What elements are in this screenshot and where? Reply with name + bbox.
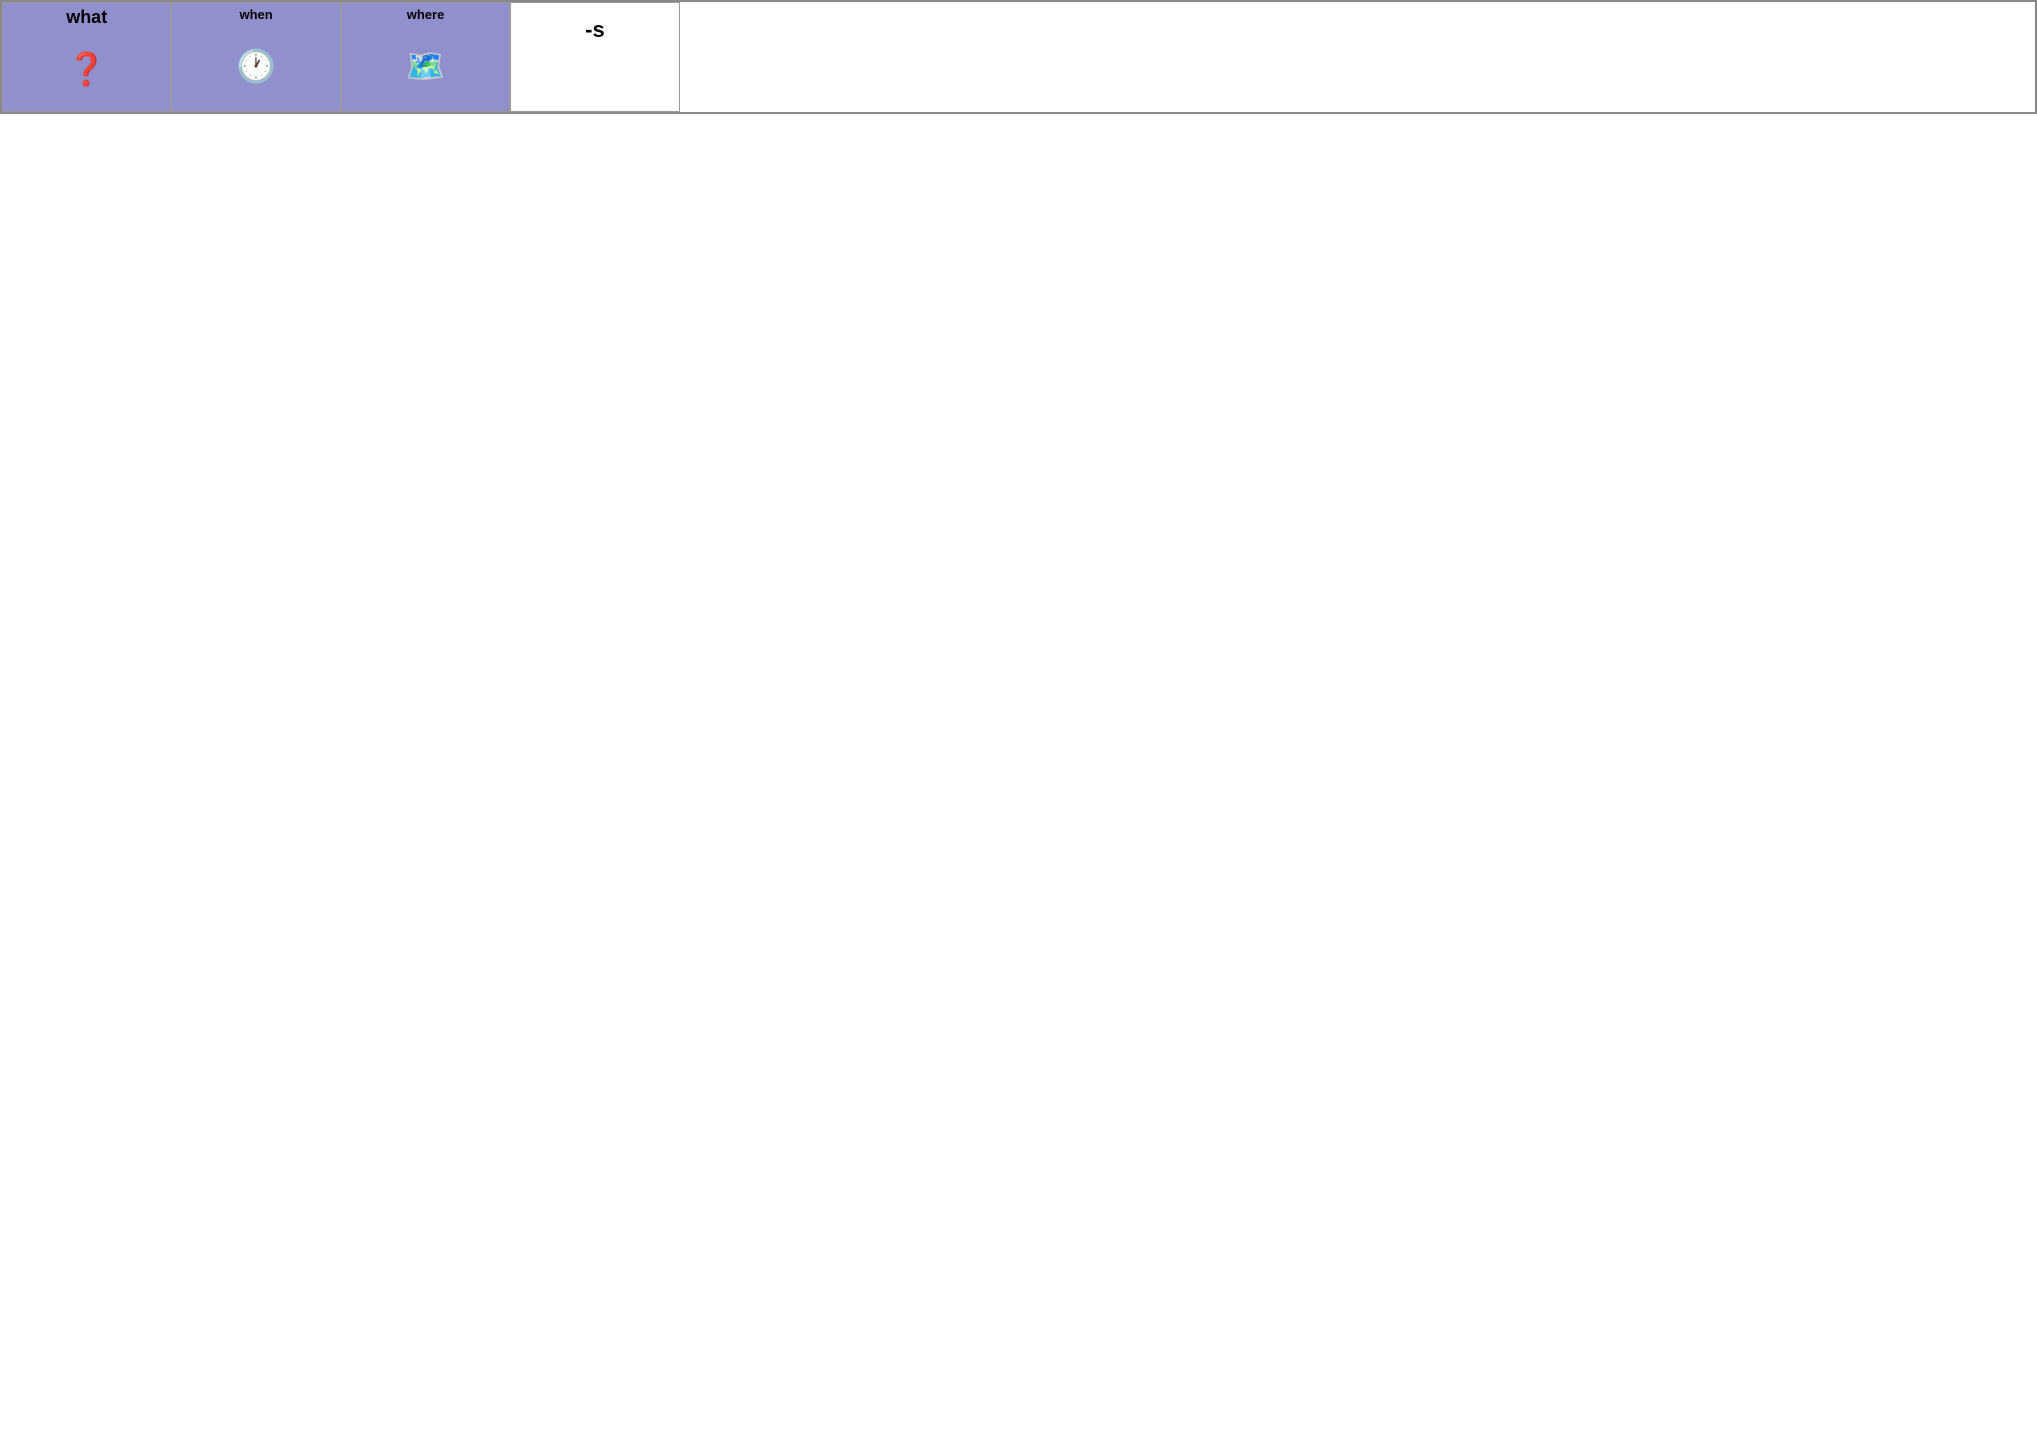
aac-board: what❓ when 🕐 where 🗺️ -s bbox=[0, 0, 2037, 114]
cell-what[interactable]: what❓ bbox=[2, 2, 171, 112]
cell-icon: ❓ bbox=[5, 31, 168, 107]
cell-icon: 🗺️ bbox=[344, 25, 507, 107]
cell-when[interactable]: when 🕐 bbox=[171, 2, 340, 112]
cell-label: -s bbox=[585, 17, 605, 43]
cell-label: what bbox=[66, 7, 107, 29]
cell-label: when bbox=[240, 7, 273, 23]
cell-icon: 🕐 bbox=[174, 25, 337, 107]
cell-where[interactable]: where 🗺️ bbox=[341, 2, 510, 112]
cell--s[interactable]: -s bbox=[510, 2, 679, 112]
cell-label: where bbox=[407, 7, 445, 23]
